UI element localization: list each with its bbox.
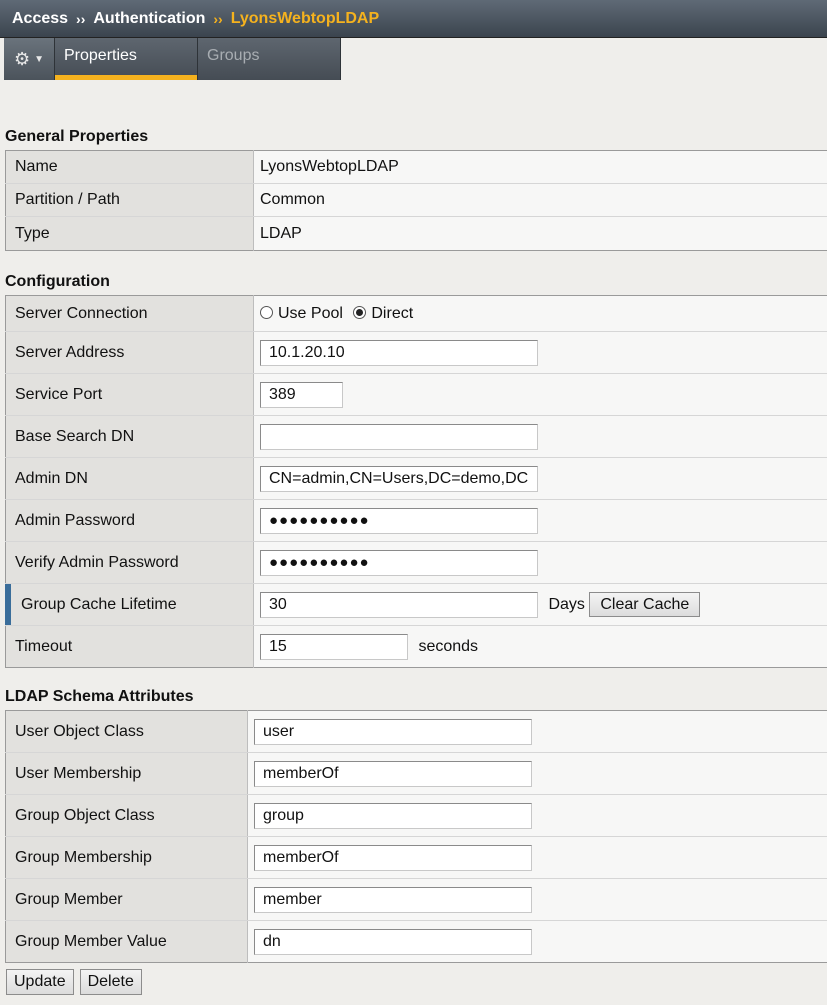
breadcrumb: Access ›› Authentication ›› LyonsWebtopL… — [0, 0, 827, 38]
gear-icon: ⚙ — [13, 48, 31, 69]
timeout-input[interactable] — [260, 633, 408, 660]
general-properties-title: General Properties — [5, 128, 149, 145]
row-label: Group Cache Lifetime — [21, 595, 177, 613]
breadcrumb-current: LyonsWebtopLDAP — [230, 9, 380, 27]
table-row: Name LyonsWebtopLDAP — [5, 150, 827, 184]
table-row: Admin DN — [5, 457, 827, 500]
row-label: User Membership — [5, 752, 248, 795]
row-label: Server Connection — [5, 295, 254, 332]
partition-value: Common — [253, 183, 827, 217]
verify-admin-password-input[interactable] — [260, 549, 538, 576]
row-label: Timeout — [5, 625, 254, 668]
form-actions: Update Delete — [6, 969, 142, 995]
admin-dn-input[interactable] — [260, 465, 538, 492]
group-membership-input[interactable] — [254, 844, 532, 871]
row-label: Group Member — [5, 878, 248, 921]
tab-bar: ⚙ ▼ Properties Groups — [4, 38, 341, 80]
table-row: Timeout seconds — [5, 625, 827, 668]
table-row: Type LDAP — [5, 216, 827, 251]
row-label: Admin DN — [5, 457, 254, 500]
row-label: Server Address — [5, 331, 254, 374]
group-member-value-input[interactable] — [254, 928, 532, 955]
table-row: Server Address — [5, 331, 827, 374]
group-member-input[interactable] — [254, 886, 532, 913]
use-pool-label[interactable]: Use Pool — [278, 305, 343, 322]
row-label: Group Member Value — [5, 920, 248, 963]
configuration-table: Server Connection Use Pool Direct Server… — [5, 295, 827, 668]
admin-password-input[interactable] — [260, 507, 538, 534]
table-row: Group Cache Lifetime Days Clear Cache — [5, 583, 827, 626]
service-port-input[interactable] — [260, 381, 343, 408]
table-row: User Membership — [5, 752, 827, 795]
row-label: Group Object Class — [5, 794, 248, 837]
group-cache-lifetime-input[interactable] — [260, 591, 538, 618]
user-object-class-input[interactable] — [254, 718, 532, 745]
row-label: Name — [5, 150, 254, 184]
breadcrumb-access[interactable]: Access — [12, 10, 68, 28]
breadcrumb-separator: ›› — [213, 10, 223, 27]
days-unit: Days — [548, 595, 585, 613]
table-row: Partition / Path Common — [5, 183, 827, 217]
table-row: Verify Admin Password — [5, 541, 827, 584]
general-properties-table: Name LyonsWebtopLDAP Partition / Path Co… — [5, 150, 827, 251]
update-button[interactable]: Update — [6, 969, 74, 995]
direct-label[interactable]: Direct — [371, 305, 413, 322]
table-row: Group Membership — [5, 836, 827, 879]
row-label: Group Membership — [5, 836, 248, 879]
base-search-dn-input[interactable] — [260, 423, 538, 450]
table-row: Group Member Value — [5, 920, 827, 963]
server-connection-options: Use Pool Direct — [253, 295, 827, 332]
table-row: Base Search DN — [5, 415, 827, 458]
table-row: Group Object Class — [5, 794, 827, 837]
row-label: Verify Admin Password — [5, 541, 254, 584]
row-label: User Object Class — [5, 710, 248, 753]
table-row: Admin Password — [5, 499, 827, 542]
direct-radio[interactable] — [353, 305, 367, 319]
delete-button[interactable]: Delete — [79, 969, 142, 995]
group-cache-lifetime-label-cell: Group Cache Lifetime — [5, 583, 254, 626]
seconds-unit: seconds — [418, 637, 479, 655]
row-label: Base Search DN — [5, 415, 254, 458]
breadcrumb-separator: ›› — [76, 10, 86, 27]
chevron-down-icon: ▼ — [34, 53, 45, 65]
row-label: Type — [5, 216, 254, 251]
gear-menu-button[interactable]: ⚙ ▼ — [4, 38, 55, 80]
selected-row-marker — [5, 584, 11, 625]
table-row: Service Port — [5, 373, 827, 416]
table-row: User Object Class — [5, 710, 827, 753]
table-row: Group Member — [5, 878, 827, 921]
configuration-title: Configuration — [5, 273, 110, 290]
type-value: LDAP — [253, 216, 827, 251]
group-object-class-input[interactable] — [254, 802, 532, 829]
tab-groups[interactable]: Groups — [198, 38, 341, 80]
name-value: LyonsWebtopLDAP — [253, 150, 827, 184]
ldap-schema-title: LDAP Schema Attributes — [5, 688, 194, 705]
ldap-schema-table: User Object Class User Membership Group … — [5, 710, 827, 963]
breadcrumb-authentication[interactable]: Authentication — [93, 10, 205, 28]
row-label: Admin Password — [5, 499, 254, 542]
row-label: Service Port — [5, 373, 254, 416]
user-membership-input[interactable] — [254, 760, 532, 787]
tab-properties[interactable]: Properties — [55, 38, 198, 80]
use-pool-radio[interactable] — [260, 305, 273, 319]
table-row: Server Connection Use Pool Direct — [5, 295, 827, 332]
server-address-input[interactable] — [260, 339, 538, 366]
row-label: Partition / Path — [5, 183, 254, 217]
clear-cache-button[interactable]: Clear Cache — [589, 592, 701, 617]
